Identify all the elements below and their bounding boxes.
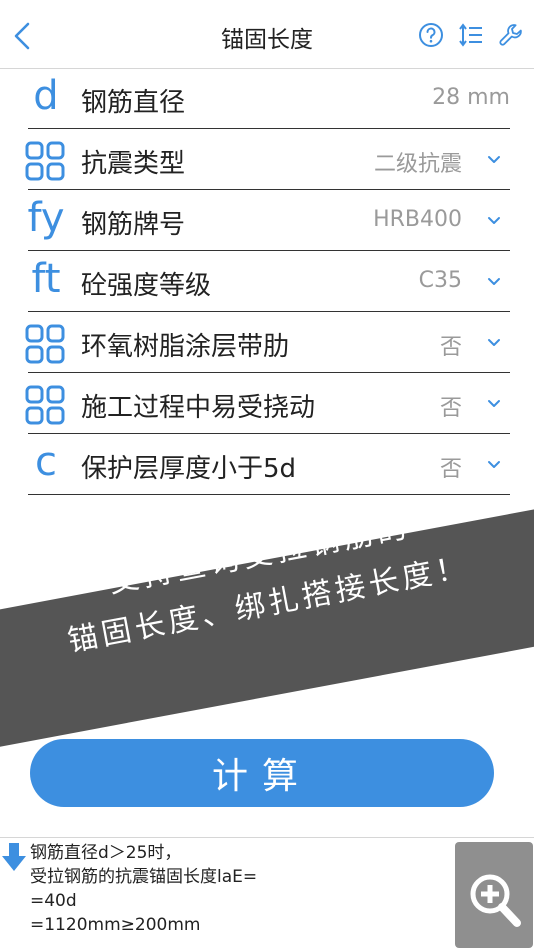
chevron-down-icon[interactable] xyxy=(486,334,502,346)
nav-actions xyxy=(418,22,524,48)
chevron-down-icon[interactable] xyxy=(486,456,502,468)
row-symbol: fy xyxy=(27,195,65,241)
row-label: 施工过程中易受挠动 xyxy=(81,393,316,423)
chevron-down-icon[interactable] xyxy=(486,273,502,285)
parameter-row[interactable]: d 钢筋直径 28 mm xyxy=(28,68,510,129)
row-select-value[interactable]: 否 xyxy=(440,451,462,483)
wrench-icon[interactable] xyxy=(498,22,524,48)
grid-icon xyxy=(24,379,68,427)
result-line: =1120mm≥200mm xyxy=(30,915,201,935)
row-select-value[interactable]: 否 xyxy=(440,329,462,361)
grid-icon xyxy=(24,318,68,366)
result-line: 受拉钢筋的抗震锚固长度laE= xyxy=(30,867,258,887)
chevron-down-icon[interactable] xyxy=(486,395,502,407)
grid-icon xyxy=(24,135,68,183)
row-symbol: ft xyxy=(31,256,61,302)
zoom-button[interactable] xyxy=(455,842,533,948)
row-select-value[interactable]: C35 xyxy=(419,268,462,293)
row-select-value[interactable]: 否 xyxy=(440,390,462,422)
row-label: 环氧树脂涂层带肋 xyxy=(81,332,290,362)
result-line: =40d xyxy=(30,891,77,911)
parameter-row[interactable]: 抗震类型 二级抗震 xyxy=(25,129,510,190)
row-label: 砼强度等级 xyxy=(81,271,212,301)
row-symbol: c xyxy=(35,439,57,485)
parameter-row[interactable]: c 保护层厚度小于5d 否 xyxy=(28,434,510,495)
row-select-value[interactable]: HRB400 xyxy=(373,207,462,232)
parameter-row[interactable]: ft 砼强度等级 C35 xyxy=(28,251,510,312)
nav-bar: 锚固长度 xyxy=(0,0,534,69)
row-label: 钢筋直径 xyxy=(81,88,186,118)
question-circle-icon[interactable] xyxy=(418,22,444,48)
parameter-row[interactable]: 环氧树脂涂层带肋 否 xyxy=(25,312,510,373)
row-label: 保护层厚度小于5d xyxy=(81,454,297,484)
result-panel: 钢筋直径d＞25时， 受拉钢筋的抗震锚固长度laE= =40d =1120mm≥… xyxy=(0,837,534,951)
row-input-value[interactable]: 28 mm xyxy=(432,85,510,110)
calculate-button[interactable]: 计算 xyxy=(30,739,494,807)
sort-list-icon[interactable] xyxy=(458,22,484,48)
row-select-value[interactable]: 二级抗震 xyxy=(374,146,462,178)
parameter-row[interactable]: 施工过程中易受挠动 否 xyxy=(25,373,510,434)
parameter-list: d 钢筋直径 28 mm 抗震类型 二级抗震 fy 钢筋牌号 HRB400 ft 砼强度等级 C35… xyxy=(0,68,534,495)
row-label: 抗震类型 xyxy=(81,149,186,179)
result-line: 钢筋直径d＞25时， xyxy=(30,843,182,863)
parameter-row[interactable]: fy 钢筋牌号 HRB400 xyxy=(27,190,510,251)
chevron-down-icon[interactable] xyxy=(486,212,502,224)
row-label: 钢筋牌号 xyxy=(81,210,186,240)
row-symbol: d xyxy=(33,73,59,119)
arrow-down-icon[interactable] xyxy=(2,842,26,872)
result-text: 钢筋直径d＞25时， 受拉钢筋的抗震锚固长度laE= =40d =1120mm≥… xyxy=(30,841,257,937)
chevron-down-icon[interactable] xyxy=(486,151,502,163)
